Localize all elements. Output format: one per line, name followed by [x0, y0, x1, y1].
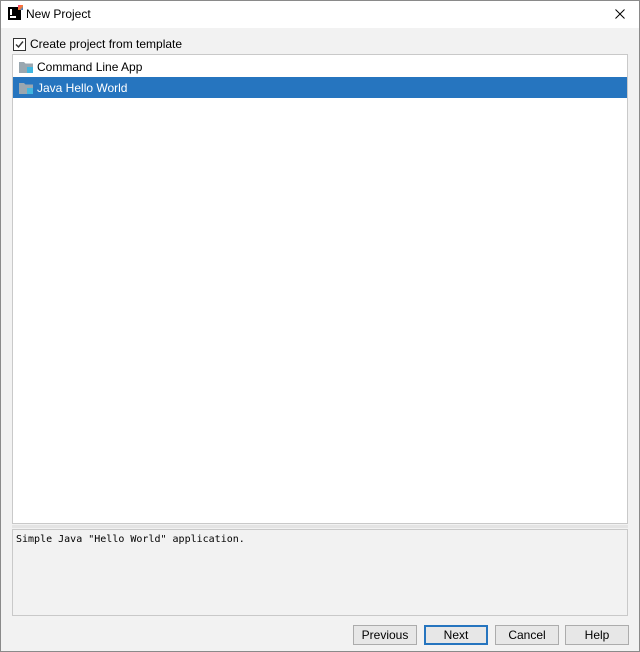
cancel-button[interactable]: Cancel — [495, 625, 559, 645]
panel-splitter[interactable] — [12, 525, 628, 528]
template-list[interactable]: Command Line App Java Hello World — [12, 54, 628, 524]
close-button[interactable] — [605, 3, 635, 25]
template-description: Simple Java "Hello World" application. — [16, 534, 245, 545]
previous-button[interactable]: Previous — [353, 625, 417, 645]
checkmark-icon — [15, 40, 24, 48]
create-from-template-option[interactable]: Create project from template — [13, 36, 182, 52]
new-project-dialog: New Project Create project from template… — [0, 0, 640, 652]
folder-icon — [19, 61, 33, 73]
create-from-template-label: Create project from template — [30, 37, 183, 51]
description-panel: Simple Java "Hello World" application. — [12, 529, 628, 616]
next-button[interactable]: Next — [424, 625, 488, 645]
template-item-command-line-app[interactable]: Command Line App — [13, 56, 627, 77]
template-item-label: Java Hello World — [37, 80, 128, 95]
folder-icon — [19, 82, 33, 94]
template-item-label: Command Line App — [37, 59, 143, 74]
create-from-template-checkbox[interactable] — [13, 37, 26, 51]
close-icon — [615, 9, 625, 19]
help-button[interactable]: Help — [565, 625, 629, 645]
template-item-java-hello-world[interactable]: Java Hello World — [13, 77, 627, 98]
intellij-idea-icon — [8, 5, 23, 20]
window-title: New Project — [26, 7, 91, 21]
title-bar: New Project — [1, 1, 639, 28]
